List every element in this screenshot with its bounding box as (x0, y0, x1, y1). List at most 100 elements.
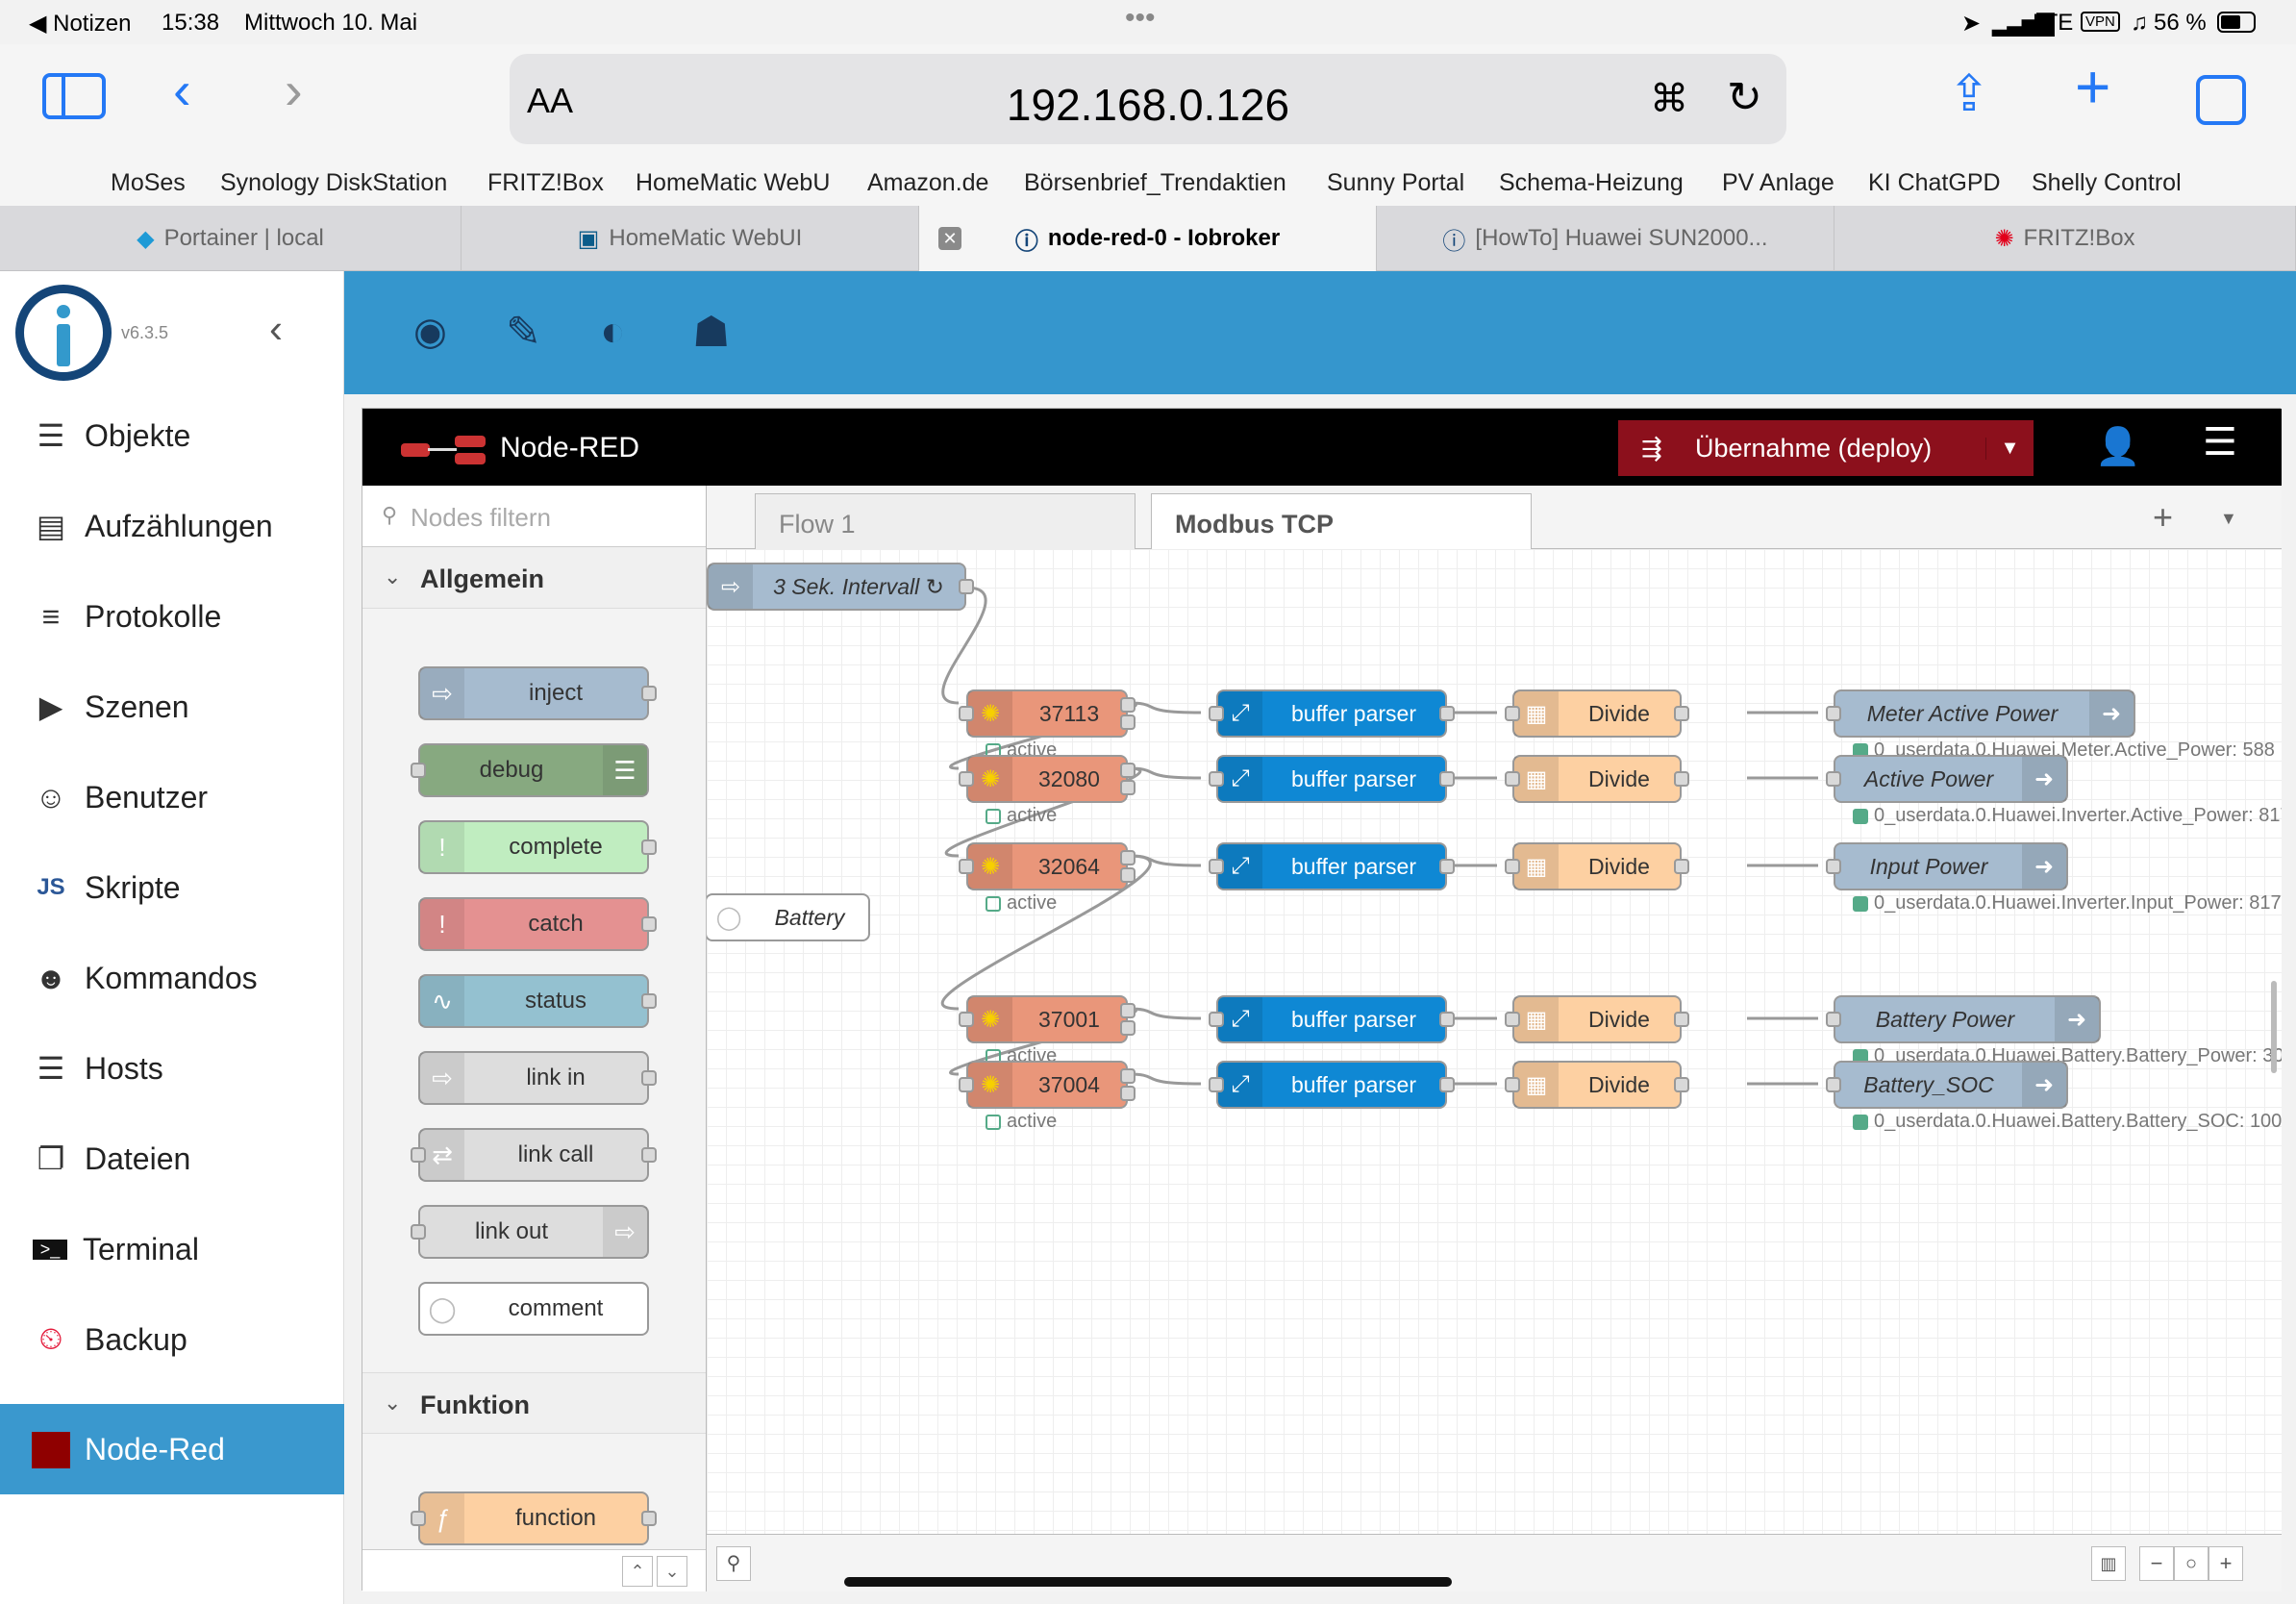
flow-tab-modbus[interactable]: Modbus TCP (1151, 493, 1532, 551)
fav-item[interactable]: Amazon.de (867, 169, 988, 197)
flow-node-iobroker-out[interactable]: Active Power ➜ (1826, 755, 2068, 803)
filter-placeholder[interactable]: Nodes filtern (411, 503, 551, 533)
palette-node-link-in[interactable]: ⇨ link in (418, 1051, 657, 1105)
fav-item[interactable]: Börsenbrief_Trendaktien (1024, 169, 1286, 197)
fav-item[interactable]: FRITZ!Box (487, 169, 604, 197)
fav-item[interactable]: PV Anlage (1722, 169, 1834, 197)
tabs-overview-icon[interactable] (2196, 75, 2246, 125)
collapse-sidebar-icon[interactable]: ‹ (269, 306, 283, 352)
navigator-map-icon[interactable]: ▥ (2091, 1546, 2126, 1581)
multitask-dots[interactable]: ••• (1125, 2, 1156, 35)
sidebar-item-backup[interactable]: ⏲ Backup (0, 1294, 344, 1385)
palette-node-complete[interactable]: ! complete (418, 820, 657, 874)
search-icon[interactable]: ⚲ (716, 1546, 751, 1581)
tab-homematic[interactable]: ▣ HomeMatic WebUI (462, 206, 919, 271)
scrollbar[interactable] (2271, 981, 2277, 1073)
flow-canvas[interactable]: ⇨ 3 Sek. Intervall ↻ ◯ Battery ✺ 37113 acti… (707, 549, 2282, 1534)
palette-node-comment[interactable]: ◯ comment (418, 1282, 649, 1336)
flow-list-icon[interactable]: ▼ (2220, 509, 2237, 529)
eye-icon[interactable]: ◉ (413, 310, 447, 354)
wrench-icon[interactable]: ✎ (506, 308, 541, 357)
fav-item[interactable]: KI ChatGPD (1868, 169, 2001, 197)
tab-node-red[interactable]: ✕ ⓘ node-red-0 - Iobroker (919, 206, 1377, 271)
sidebar-item-hosts[interactable]: ☰ Hosts (0, 1023, 344, 1114)
expert-mode-icon[interactable]: ☗ (692, 308, 730, 357)
fav-item[interactable]: Shelly Control (2032, 169, 2182, 197)
flow-node-function[interactable]: ▦ Divide (1505, 755, 1689, 803)
address-bar[interactable]: AA 192.168.0.126 ⌘ ↻ (510, 54, 1786, 144)
category-funktion[interactable]: ⌄ Funktion (362, 1372, 706, 1434)
sidebar-item-objekte[interactable]: ☰ Objekte (0, 390, 344, 481)
sidebar-item-terminal[interactable]: >_ Terminal (0, 1204, 344, 1294)
sidebar-toggle-icon[interactable] (42, 73, 106, 119)
flow-node-function[interactable]: ▦ Divide (1505, 1061, 1689, 1109)
flow-node-modbus-getter[interactable]: ✺ 37113 (959, 689, 1136, 738)
flow-node-function[interactable]: ▦ Divide (1505, 842, 1689, 890)
flow-node-modbus-getter[interactable]: ✺ 37001 (959, 995, 1136, 1043)
zoom-reset-icon[interactable]: ○ (2174, 1546, 2209, 1581)
sidebar-item-szenen[interactable]: ▶ Szenen (0, 662, 344, 752)
palette-node-function[interactable]: ƒ function (411, 1491, 657, 1545)
fav-item[interactable]: HomeMatic WebU (636, 169, 830, 197)
menu-icon[interactable]: ☰ (2203, 420, 2237, 464)
flow-node-buffer-parser[interactable]: ⤢ buffer parser (1209, 842, 1455, 890)
flow-node-iobroker-out[interactable]: Input Power ➜ (1826, 842, 2068, 890)
url-field[interactable]: 192.168.0.126 (510, 79, 1786, 131)
fav-item[interactable]: Sunny Portal (1327, 169, 1464, 197)
flow-node-function[interactable]: ▦ Divide (1505, 689, 1689, 738)
forward-icon[interactable]: › (285, 63, 303, 117)
palette-filter[interactable]: ⚲ Nodes filtern (362, 486, 706, 547)
new-tab-icon[interactable]: + (2075, 56, 2110, 117)
zoom-out-icon[interactable]: − (2139, 1546, 2174, 1581)
fav-item[interactable]: Schema-Heizung (1499, 169, 1684, 197)
expand-all-icon[interactable]: ⌄ (657, 1556, 687, 1587)
fav-item[interactable]: MoSes (111, 169, 186, 197)
tab-howto[interactable]: ⓘ [HowTo] Huawei SUN2000... (1377, 206, 1834, 271)
flow-node-iobroker-out[interactable]: Meter Active Power ➜ (1826, 689, 2135, 738)
flow-node-function[interactable]: ▦ Divide (1505, 995, 1689, 1043)
tab-portainer[interactable]: ◆ Portainer | local (0, 206, 462, 271)
flow-tab-flow1[interactable]: Flow 1 (755, 493, 1136, 551)
zoom-in-icon[interactable]: + (2209, 1546, 2243, 1581)
palette-node-link-out[interactable]: link out ⇨ (411, 1205, 649, 1259)
palette-node-catch[interactable]: ! catch (418, 897, 657, 951)
flow-node-comment[interactable]: ◯ Battery (707, 893, 870, 941)
flow-node-buffer-parser[interactable]: ⤢ buffer parser (1209, 689, 1455, 738)
flow-node-inject[interactable]: ⇨ 3 Sek. Intervall ↻ (707, 563, 974, 611)
share-icon[interactable]: ⇪ (1948, 67, 1990, 121)
collapse-all-icon[interactable]: ⌃ (622, 1556, 653, 1587)
flow-node-buffer-parser[interactable]: ⤢ buffer parser (1209, 1061, 1455, 1109)
sidebar-item-skripte[interactable]: JS Skripte (0, 842, 344, 933)
palette-node-status[interactable]: ∿ status (418, 974, 657, 1028)
flow-node-iobroker-out[interactable]: Battery_SOC ➜ (1826, 1061, 2068, 1109)
palette-node-link-call[interactable]: ⇄ link call (411, 1128, 657, 1182)
sidebar-item-benutzer[interactable]: ☺ Benutzer (0, 752, 344, 842)
add-flow-icon[interactable]: + (2153, 497, 2173, 538)
extension-icon[interactable]: ⌘ (1650, 77, 1688, 121)
theme-icon[interactable]: ◐ (600, 308, 626, 356)
user-icon[interactable]: 👤 (2095, 426, 2140, 468)
back-to-app[interactable]: ◀ Notizen (29, 10, 132, 38)
close-tab-icon[interactable]: ✕ (938, 227, 961, 250)
sidebar-item-kommandos[interactable]: ☻ Kommandos (0, 933, 344, 1023)
tab-fritzbox[interactable]: ✺ FRITZ!Box (1834, 206, 2296, 271)
reload-icon[interactable]: ↻ (1727, 73, 1762, 122)
back-icon[interactable]: ‹ (173, 63, 191, 117)
sidebar-item-node-red[interactable]: Node-Red (0, 1404, 344, 1494)
flow-node-buffer-parser[interactable]: ⤢ buffer parser (1209, 995, 1455, 1043)
category-allgemein[interactable]: ⌄ Allgemein (362, 547, 706, 609)
flow-node-modbus-getter[interactable]: ✺ 32064 (959, 842, 1136, 890)
flow-node-modbus-getter[interactable]: ✺ 32080 (959, 755, 1136, 803)
palette-node-inject[interactable]: ⇨ inject (418, 666, 657, 720)
sidebar-item-protokolle[interactable]: ≡ Protokolle (0, 571, 344, 662)
flow-node-iobroker-out[interactable]: Battery Power ➜ (1826, 995, 2101, 1043)
fav-item[interactable]: Synology DiskStation (220, 169, 447, 197)
flow-node-buffer-parser[interactable]: ⤢ buffer parser (1209, 755, 1455, 803)
deploy-dropdown-icon[interactable]: ▼ (1985, 437, 2034, 460)
sidebar-item-aufzaehlungen[interactable]: ▤ Aufzählungen (0, 481, 344, 571)
deploy-button[interactable]: ⇶ Übernahme (deploy) ▼ (1618, 420, 2034, 476)
flow-node-modbus-getter[interactable]: ✺ 37004 (959, 1061, 1136, 1109)
palette-node-debug[interactable]: debug ☰ (411, 743, 649, 797)
home-indicator[interactable] (844, 1577, 1452, 1587)
sidebar-item-dateien[interactable]: ❐ Dateien (0, 1114, 344, 1204)
